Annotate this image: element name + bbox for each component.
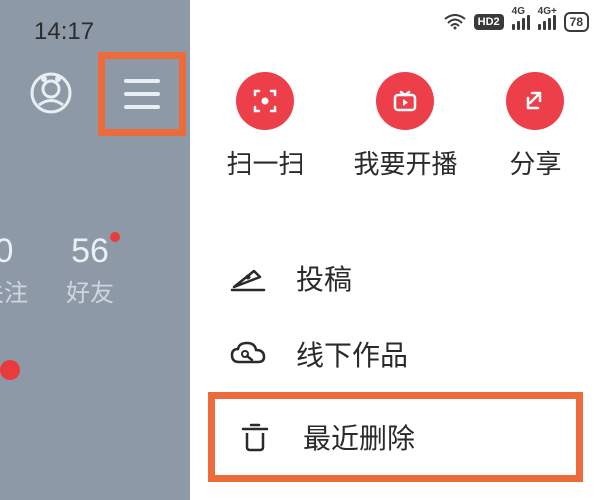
share-action[interactable]: 分享 <box>506 72 564 181</box>
avatar-icon[interactable] <box>30 72 72 114</box>
submit-icon <box>228 263 268 293</box>
live-action[interactable]: 我要开播 <box>353 72 457 181</box>
notification-dot-icon <box>110 232 120 242</box>
action-label: 扫一扫 <box>226 144 304 181</box>
stat-label: 好友 <box>66 273 114 308</box>
menu-label: 投稿 <box>296 258 352 298</box>
menu-label: 最近删除 <box>303 417 415 457</box>
signal-2: 4G+ <box>538 15 556 30</box>
cloud-icon <box>228 340 268 368</box>
menu-button-highlight <box>98 52 186 136</box>
menu-submit[interactable]: 投稿 <box>208 240 583 316</box>
menu-recent-delete-highlight[interactable]: 最近删除 <box>208 392 583 482</box>
stats-row: 0 关注 56 好友 <box>0 232 114 308</box>
menu-label: 线下作品 <box>296 334 408 374</box>
scan-action[interactable]: 扫一扫 <box>226 72 304 181</box>
signal-1: 4G <box>512 15 530 30</box>
menu-list: 投稿 线下作品 最近删除 <box>208 240 583 482</box>
notification-dot-icon <box>0 360 20 380</box>
stat-num: 0 <box>0 232 28 271</box>
signal-bars-icon <box>538 15 556 30</box>
battery-level: 78 <box>570 15 583 29</box>
trash-icon <box>235 421 275 453</box>
stat-num: 56 <box>66 232 114 271</box>
live-icon <box>376 72 434 130</box>
hamburger-menu-icon[interactable] <box>124 79 160 109</box>
action-label: 我要开播 <box>353 144 457 181</box>
stat-label: 关注 <box>0 273 28 308</box>
action-label: 分享 <box>509 144 561 181</box>
signal-label: 4G+ <box>538 6 557 17</box>
share-icon <box>506 72 564 130</box>
profile-sidebar: 14:17 0 关注 56 好友 <box>0 0 190 500</box>
hd2-badge: HD2 <box>474 14 504 30</box>
stat-follow[interactable]: 0 关注 <box>0 232 28 308</box>
status-bar-right: HD2 4G 4G+ 78 <box>444 12 589 32</box>
battery-indicator: 78 <box>564 12 589 32</box>
signal-bars-icon <box>512 15 530 30</box>
signal-label: 4G <box>512 6 525 17</box>
scan-icon <box>236 72 294 130</box>
status-time: 14:17 <box>34 18 94 46</box>
stat-friends[interactable]: 56 好友 <box>66 232 114 308</box>
menu-offline-works[interactable]: 线下作品 <box>208 316 583 392</box>
quick-actions-row: 扫一扫 我要开播 分享 <box>190 72 601 181</box>
menu-panel: HD2 4G 4G+ 78 扫一扫 <box>190 0 601 500</box>
wifi-icon <box>444 14 466 30</box>
